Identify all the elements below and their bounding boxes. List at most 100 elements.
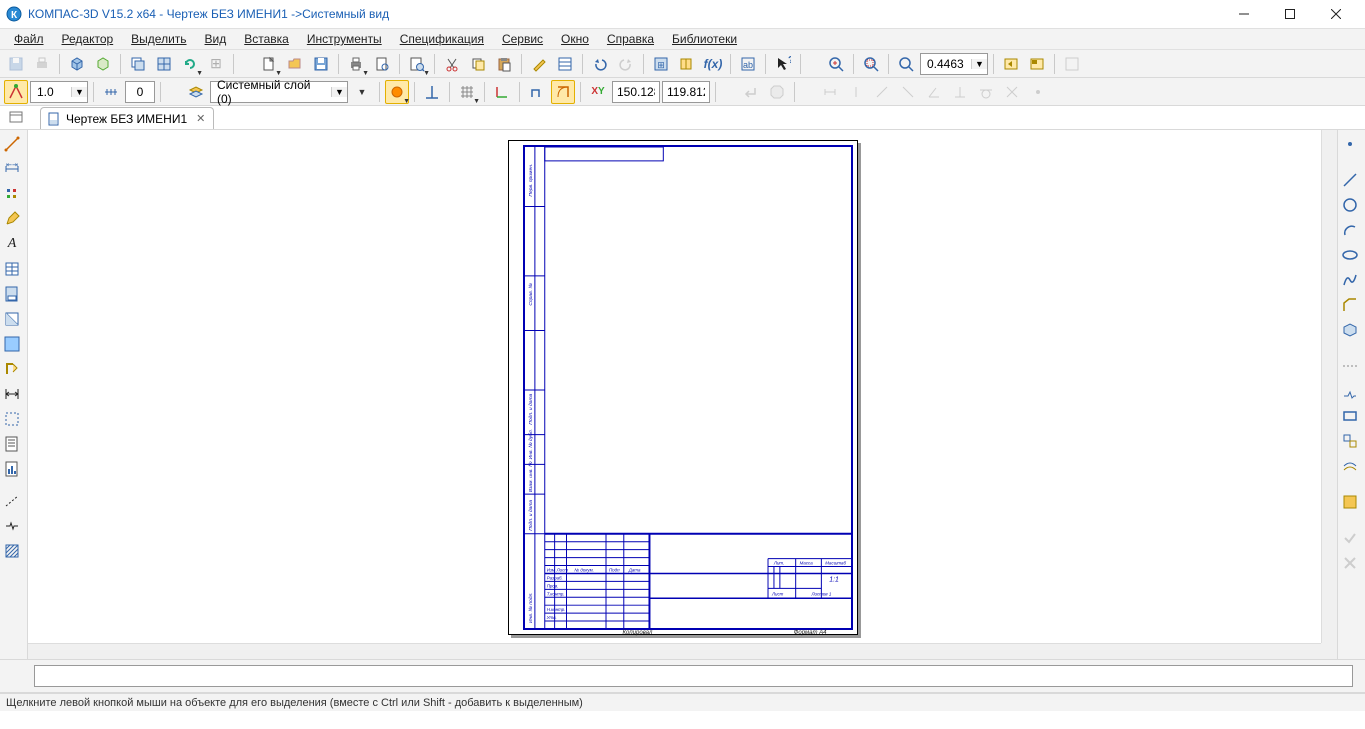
drawing-canvas[interactable]: Перв. примен. Справ. № Подп. и дата Инв.… [28, 130, 1337, 659]
redo-icon[interactable] [614, 52, 638, 76]
cube-icon-2[interactable] [91, 52, 115, 76]
round-icon[interactable] [551, 80, 575, 104]
reports-icon[interactable] [0, 457, 24, 481]
cube-icon-1[interactable] [65, 52, 89, 76]
new-doc-icon[interactable]: ▼ [257, 52, 281, 76]
dot-icon[interactable] [1026, 80, 1050, 104]
grid-icon[interactable]: ▼ [455, 80, 479, 104]
menu-tools[interactable]: Инструменты [299, 30, 390, 48]
circle-icon[interactable] [1338, 193, 1362, 217]
zoom-fit-icon[interactable] [894, 52, 918, 76]
menu-editor[interactable]: Редактор [54, 30, 122, 48]
library-icon-2[interactable] [675, 52, 699, 76]
collect-icon[interactable] [1338, 429, 1362, 453]
menu-service[interactable]: Сервис [494, 30, 551, 48]
tab-menu-icon[interactable] [8, 109, 24, 125]
coord-y-input[interactable] [662, 81, 710, 103]
arc-icon[interactable] [1338, 218, 1362, 242]
variables-icon[interactable]: ab [736, 52, 760, 76]
aux-geom-icon[interactable] [1338, 354, 1362, 378]
enter-icon[interactable] [739, 80, 763, 104]
paste-icon[interactable] [492, 52, 516, 76]
x-cross-icon[interactable] [1000, 80, 1024, 104]
rect-icon[interactable] [1338, 404, 1362, 428]
menu-spec[interactable]: Спецификация [392, 30, 492, 48]
cut-icon[interactable] [440, 52, 464, 76]
minimize-button[interactable] [1221, 0, 1267, 28]
dim-diag-icon[interactable] [870, 80, 894, 104]
edit-icon[interactable] [0, 207, 24, 231]
menu-view[interactable]: Вид [197, 30, 235, 48]
table-icon[interactable] [0, 257, 24, 281]
spline-icon[interactable] [1338, 268, 1362, 292]
cut-view-icon[interactable] [0, 307, 24, 331]
ortho-icon[interactable] [420, 80, 444, 104]
close-button[interactable] [1313, 0, 1359, 28]
menu-insert[interactable]: Вставка [236, 30, 297, 48]
scrollbar-horizontal[interactable] [28, 643, 1321, 659]
cancel-icon[interactable] [1338, 551, 1362, 575]
save-icon-2[interactable] [309, 52, 333, 76]
command-input[interactable] [34, 665, 1353, 687]
window-icon-2[interactable] [152, 52, 176, 76]
menu-window[interactable]: Окно [553, 30, 597, 48]
tab-close-icon[interactable]: ✕ [196, 112, 205, 125]
sheet-icon[interactable] [0, 282, 24, 306]
coord-x-input[interactable] [612, 81, 660, 103]
menu-file[interactable]: Файл [6, 30, 52, 48]
ellipse-icon[interactable] [1338, 243, 1362, 267]
plane-icon[interactable] [1338, 318, 1362, 342]
layer-combo[interactable]: Системный слой (0)▼ [210, 81, 348, 103]
linetype-icon[interactable]: ▼ [385, 80, 409, 104]
spec-icon[interactable] [0, 432, 24, 456]
library-icon-1[interactable]: ⊞ [649, 52, 673, 76]
line-icon[interactable] [1338, 168, 1362, 192]
step-input[interactable] [125, 81, 155, 103]
xy-icon[interactable]: XY [586, 80, 610, 104]
zoom-next-icon[interactable] [1025, 52, 1049, 76]
tool-icon-1[interactable]: ⊞ [204, 52, 228, 76]
apply-icon[interactable] [1338, 526, 1362, 550]
maximize-button[interactable] [1267, 0, 1313, 28]
properties-icon[interactable] [553, 52, 577, 76]
chamfer-icon[interactable] [1338, 293, 1362, 317]
geometry-icon[interactable] [0, 132, 24, 156]
print-icon[interactable] [30, 52, 54, 76]
dim-vert-icon[interactable] [844, 80, 868, 104]
tangent-icon[interactable] [974, 80, 998, 104]
help-cursor-icon[interactable]: ? [771, 52, 795, 76]
dim-diag2-icon[interactable] [896, 80, 920, 104]
fx-icon[interactable]: f(x) [701, 52, 725, 76]
perp-icon[interactable] [948, 80, 972, 104]
select-icon[interactable] [0, 407, 24, 431]
preview-icon[interactable]: ▼ [405, 52, 429, 76]
angle-icon[interactable] [922, 80, 946, 104]
menu-libs[interactable]: Библиотеки [664, 30, 745, 48]
undo-icon[interactable] [588, 52, 612, 76]
menu-help[interactable]: Справка [599, 30, 662, 48]
param-icon[interactable] [0, 357, 24, 381]
equidist-icon[interactable] [1338, 454, 1362, 478]
dimensions-icon[interactable]: ⇤⇥ [0, 157, 24, 181]
tab-document-1[interactable]: Чертеж БЕЗ ИМЕНИ1 ✕ [40, 107, 214, 129]
symbols-icon[interactable] [0, 182, 24, 206]
ortho-draw-icon[interactable] [525, 80, 549, 104]
zoom-prev-icon[interactable] [999, 52, 1023, 76]
print-preview-icon[interactable] [370, 52, 394, 76]
layers-icon[interactable] [184, 80, 208, 104]
snap-toggle-icon[interactable] [4, 80, 28, 104]
zoom-combo[interactable]: 0.4463▼ [920, 53, 988, 75]
break-line-icon[interactable] [1338, 379, 1362, 403]
stop-icon[interactable] [765, 80, 789, 104]
scrollbar-vertical[interactable] [1321, 130, 1337, 643]
layer-dd-icon[interactable]: ▼ [350, 80, 374, 104]
refresh-icon[interactable]: ▼ [178, 52, 202, 76]
zoom-window-icon[interactable] [859, 52, 883, 76]
associate-icon[interactable] [0, 332, 24, 356]
hatch-icon[interactable] [0, 539, 24, 563]
break-icon[interactable] [0, 514, 24, 538]
zoom-in-icon[interactable] [824, 52, 848, 76]
open-icon[interactable] [283, 52, 307, 76]
step-icon[interactable] [99, 80, 123, 104]
menu-select[interactable]: Выделить [123, 30, 194, 48]
